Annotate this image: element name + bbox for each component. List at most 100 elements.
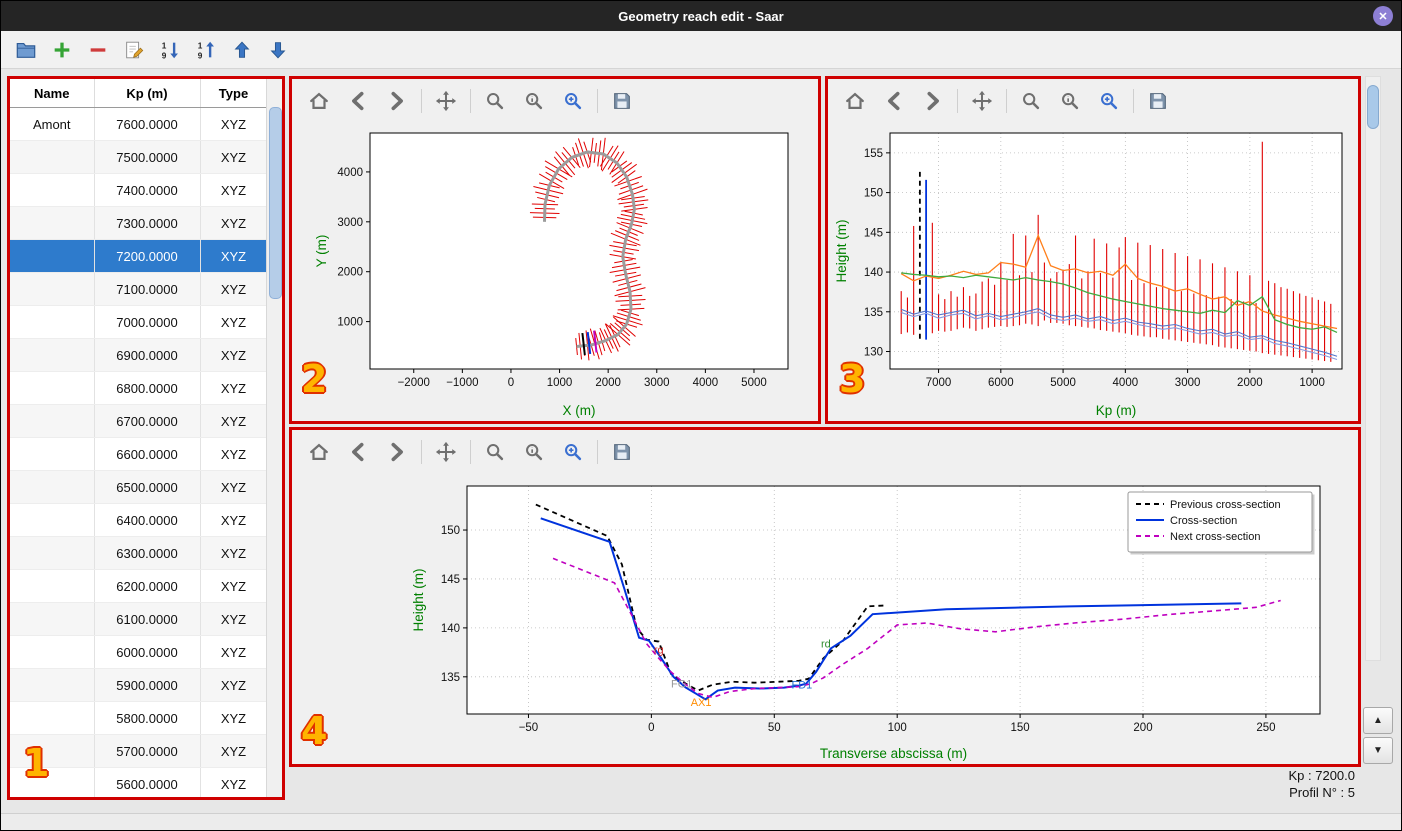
toolbar-separator [421,89,422,113]
forward-button[interactable] [382,437,412,467]
zoom-select-button[interactable] [558,437,588,467]
cross-plot-toolbar [292,430,1358,474]
toolbar-separator [957,89,958,113]
back-button[interactable] [879,86,909,116]
close-button[interactable]: ✕ [1373,6,1393,26]
back-icon [352,91,364,111]
region-label-2: 2 [301,357,328,401]
table-row[interactable]: 7400.0000 XYZ [10,173,267,207]
pan-button[interactable] [431,86,461,116]
table-row[interactable]: 7500.0000 XYZ [10,140,267,174]
home-button[interactable] [304,86,334,116]
sort-ascending-button[interactable]: 19 [155,35,185,65]
home-button[interactable] [304,437,334,467]
table-row[interactable]: 7100.0000 XYZ [10,272,267,306]
svg-text:4000: 4000 [337,167,363,179]
save-button[interactable] [1143,86,1173,116]
pan-button[interactable] [967,86,997,116]
toolbar-separator [597,89,598,113]
vertical-scrollbar[interactable] [1365,76,1381,661]
back-button[interactable] [343,86,373,116]
add-cross-section-button[interactable] [47,35,77,65]
arrow-up-icon [234,41,250,58]
titlebar[interactable]: Geometry reach edit - Saar ✕ [1,1,1401,31]
cross-section-table-panel: Name Kp (m) Type Amont 7600.0000 XYZ 7500.000… [7,76,285,800]
zoom-info-button[interactable] [1055,86,1085,116]
cross-section-chart[interactable]: −50 0 50 100 150 200 250 135 140 145 150 Transverse… [292,474,1358,764]
svg-text:9: 9 [162,51,167,60]
back-button[interactable] [343,437,373,467]
svg-text:−1000: −1000 [446,377,478,389]
table-row[interactable]: 6300.0000 XYZ [10,536,267,570]
vertical-scrollbar-thumb[interactable] [1367,85,1379,129]
svg-text:0: 0 [648,722,654,734]
zoom-button[interactable] [480,437,510,467]
table-row[interactable]: 6800.0000 XYZ [10,371,267,405]
sort-descending-button[interactable]: 19 [191,35,221,65]
scroll-up-button[interactable]: ▲ [1363,707,1393,734]
save-button[interactable] [607,86,637,116]
svg-text:5000: 5000 [741,377,767,389]
table-row[interactable]: 6600.0000 XYZ [10,437,267,471]
forward-button[interactable] [382,86,412,116]
move-down-button[interactable] [263,35,293,65]
svg-text:1000: 1000 [547,377,573,389]
triangle-up-icon: ▲ [1373,715,1383,726]
plan-view-chart[interactable]: −2000 −1000 0 1000 2000 3000 4000 5000 1000 2000 3… [292,123,818,421]
table-row[interactable]: 5800.0000 XYZ [10,701,267,735]
footer-info: Kp : 7200.0 Profil N° : 5 [1289,767,1356,801]
region-label-1: 1 [23,741,50,785]
table-row[interactable]: 6500.0000 XYZ [10,470,267,504]
save-icon [1150,93,1166,109]
table-row[interactable]: 6000.0000 XYZ [10,635,267,669]
app-window: Geometry reach edit - Saar ✕ 19 19 Name … [0,0,1402,831]
zoom-select-button[interactable] [558,86,588,116]
pan-button[interactable] [431,437,461,467]
longitudinal-profile-chart[interactable]: 7000 6000 5000 4000 3000 2000 1000 130 135 140 145… [828,123,1358,421]
svg-text:rd: rd [821,638,831,650]
move-up-button[interactable] [227,35,257,65]
zoom-info-button[interactable] [519,437,549,467]
table-row[interactable]: 6200.0000 XYZ [10,569,267,603]
table-scrollbar[interactable] [266,79,282,797]
forward-button[interactable] [918,86,948,116]
toolbar-separator [597,440,598,464]
zoom-select-icon [565,444,582,461]
edit-button[interactable] [119,35,149,65]
zoom-info-icon [526,93,543,110]
zoom-button[interactable] [480,86,510,116]
svg-text:Previous cross-section: Previous cross-section [1170,499,1281,511]
zoom-info-icon [526,444,543,461]
pan-icon [971,90,993,112]
svg-text:1: 1 [162,41,167,50]
kp-value: Kp : 7200.0 [1288,768,1356,783]
table-row[interactable]: 6700.0000 XYZ [10,404,267,438]
triangle-down-icon: ▼ [1373,745,1383,756]
zoom-select-icon [565,93,582,110]
save-button[interactable] [607,437,637,467]
table-row[interactable]: 6400.0000 XYZ [10,503,267,537]
table-row[interactable]: 7000.0000 XYZ [10,305,267,339]
svg-text:7000: 7000 [926,377,952,389]
svg-text:3000: 3000 [1175,377,1201,389]
zoom-button[interactable] [1016,86,1046,116]
table-row[interactable]: 7200.0000 XYZ [10,239,267,273]
table-row[interactable]: Amont 7600.0000 XYZ [10,107,267,141]
svg-text:135: 135 [864,307,883,319]
table-row[interactable]: 6100.0000 XYZ [10,602,267,636]
zoom-info-button[interactable] [519,86,549,116]
table-row[interactable]: 7300.0000 XYZ [10,206,267,240]
home-button[interactable] [840,86,870,116]
svg-text:250: 250 [1256,722,1275,734]
remove-cross-section-button[interactable] [83,35,113,65]
table-header-row: Name Kp (m) Type [10,79,267,108]
cross-section-table: Name Kp (m) Type Amont 7600.0000 XYZ 7500.000… [10,79,267,797]
table-row[interactable]: 6900.0000 XYZ [10,338,267,372]
scroll-down-button[interactable]: ▼ [1363,737,1393,764]
table-row[interactable]: 5900.0000 XYZ [10,668,267,702]
svg-text:Height (m): Height (m) [834,219,849,282]
open-button[interactable] [11,35,41,65]
table-scrollbar-thumb[interactable] [269,107,282,299]
zoom-select-button[interactable] [1094,86,1124,116]
arrow-down-icon [270,41,286,58]
